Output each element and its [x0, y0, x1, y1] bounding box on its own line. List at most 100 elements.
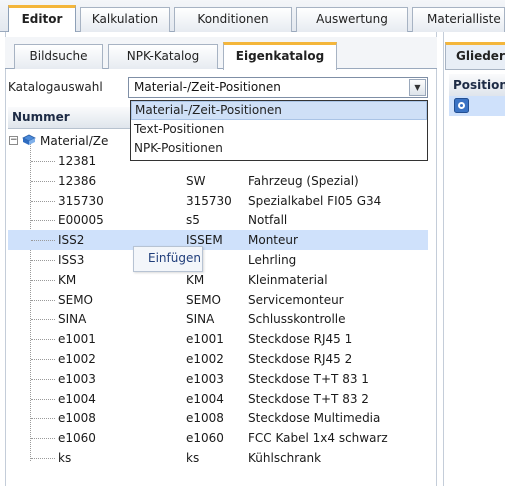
- tree-row[interactable]: 12386 SW Fahrzeug (Spezial): [8, 171, 428, 191]
- tab-kalkulation[interactable]: Kalkulation: [80, 7, 170, 32]
- tree-cell-num: 12386: [58, 173, 97, 188]
- tree-cell-code: e1008: [186, 411, 224, 426]
- tree-row[interactable]: e1001 e1001 Steckdose RJ45 1: [8, 329, 428, 349]
- tree-cell-code: ks: [186, 451, 200, 465]
- dropdown-option-npk[interactable]: NPK-Positionen: [131, 139, 427, 158]
- tree-row[interactable]: e1008 e1008 Steckdose Multimedia: [8, 408, 428, 428]
- tree-cell-desc: Kühlschrank: [248, 451, 322, 465]
- tree-branch-line: [31, 438, 55, 440]
- tree-branch-line: [31, 180, 55, 182]
- tree-cell-code: SW: [186, 173, 206, 188]
- tree-row[interactable]: ISS3 Lehrling: [8, 250, 428, 270]
- tree-branch-line: [31, 299, 55, 301]
- column-header-position[interactable]: Position: [449, 74, 505, 96]
- main-tab-bar: Editor Kalkulation Konditionen Auswertun…: [0, 0, 505, 33]
- tab-npk-katalog[interactable]: NPK-Katalog: [108, 44, 218, 69]
- tree-row[interactable]: ISS2 ISSEM Monteur: [8, 230, 428, 251]
- context-menu-insert[interactable]: Einfügen: [148, 251, 201, 265]
- tree-cell-desc: Steckdose Multimedia: [248, 411, 381, 426]
- tree-row[interactable]: E00005 s5 Notfall: [8, 210, 428, 230]
- catalog-dropdown-list: Material-/Zeit-Positionen Text-Positione…: [130, 100, 428, 161]
- tab-konditionen[interactable]: Konditionen: [174, 7, 292, 32]
- tab-bildsuche[interactable]: Bildsuche: [14, 44, 103, 69]
- tree-branch-line: [31, 200, 55, 202]
- tree-cell-num: 12381: [58, 154, 97, 168]
- tree-cell-desc: Steckdose T+T 83 2: [248, 391, 369, 406]
- tree-cell-code: e1001: [186, 332, 224, 347]
- tree-cell-code: s5: [186, 213, 200, 228]
- tree-branch-line: [31, 458, 55, 459]
- tree-cell-code: e1060: [186, 431, 224, 446]
- tree-cell-num: ISS3: [58, 253, 85, 267]
- tree-row[interactable]: SINA SINA Schlusskontrolle: [8, 309, 428, 329]
- tree-cell-num: ks: [58, 451, 72, 465]
- tree-cell-num: e1060: [58, 431, 96, 446]
- tree-row[interactable]: e1060 e1060 FCC Kabel 1x4 schwarz: [8, 428, 428, 448]
- tree-cell-num: ISS2: [58, 233, 85, 248]
- position-node-icon: [454, 98, 469, 113]
- tree-cell-num: SEMO: [58, 292, 93, 307]
- tree-row[interactable]: e1004 e1004 Steckdose T+T 83 2: [8, 389, 428, 409]
- tree-cell-num: e1003: [58, 371, 96, 386]
- tree-branch-line: [31, 240, 55, 242]
- tab-eigenkatalog[interactable]: Eigenkatalog: [223, 42, 337, 70]
- tree-cell-desc: Steckdose RJ45 2: [248, 352, 353, 366]
- tree-branch-line: [31, 279, 55, 281]
- tree-row[interactable]: e1003 e1003 Steckdose T+T 83 1: [8, 369, 428, 389]
- tree-cell-desc: Steckdose RJ45 1: [248, 332, 353, 347]
- dropdown-option-text[interactable]: Text-Positionen: [131, 120, 427, 139]
- tree-cell-num: E00005: [58, 213, 104, 228]
- catalog-select[interactable]: Material-/Zeit-Positionen ▼: [128, 77, 428, 98]
- tree-cell-num: KM: [58, 272, 77, 287]
- tree-cell-desc: Lehrling: [248, 253, 297, 267]
- tree-branch-line: [31, 398, 55, 400]
- tree-cell-desc: FCC Kabel 1x4 schwarz: [248, 431, 388, 446]
- tree-branch-line: [31, 339, 55, 341]
- tree-branch-line: [31, 359, 55, 360]
- tree-row[interactable]: KM KM Kleinmaterial: [8, 270, 428, 290]
- tree-cell-code: 315730: [186, 193, 232, 208]
- tree-cell-code: e1004: [186, 391, 224, 406]
- context-menu: Einfügen: [133, 246, 203, 272]
- tree-cell-desc: Fahrzeug (Spezial): [248, 173, 359, 188]
- tree-row[interactable]: e1002 e1002 Steckdose RJ45 2: [8, 349, 428, 369]
- tree-cell-desc: Schlusskontrolle: [248, 312, 346, 327]
- tree-cell-code: KM: [186, 272, 205, 287]
- tree-root-label: Material/Ze: [40, 134, 109, 148]
- tree-branch-line: [31, 260, 55, 261]
- tree-row[interactable]: 315730 315730 Spezialkabel FI05 G34: [8, 191, 428, 211]
- tree-cell-num: SINA: [58, 312, 87, 327]
- tree-cell-code: e1003: [186, 371, 224, 386]
- tree-cell-desc: Monteur: [248, 233, 298, 248]
- tab-glieder[interactable]: Glieder: [445, 42, 505, 70]
- tree-cell-code: e1002: [186, 352, 224, 366]
- tree-cell-num: e1002: [58, 352, 96, 366]
- dropdown-option-material[interactable]: Material-/Zeit-Positionen: [131, 101, 427, 120]
- tree-cell-code: SINA: [186, 312, 215, 327]
- tree-branch-line: [31, 319, 55, 321]
- tree-cell-num: 315730: [58, 193, 104, 208]
- catalog-tab-bar: Bildsuche NPK-Katalog Eigenkatalog: [5, 37, 437, 70]
- catalog-select-value: Material-/Zeit-Positionen: [134, 80, 281, 94]
- tree-cell-desc: Steckdose T+T 83 1: [248, 371, 369, 386]
- tree-cell-desc: Spezialkabel FI05 G34: [248, 193, 382, 208]
- column-header-nummer[interactable]: Nummer: [12, 110, 70, 124]
- collapse-icon[interactable]: −: [9, 136, 18, 145]
- tree-cell-num: e1008: [58, 411, 96, 426]
- catalog-selection-label: Katalogauswahl: [8, 80, 103, 94]
- tree-cell-num: e1001: [58, 332, 96, 347]
- tree-row[interactable]: ks ks Kühlschrank: [8, 448, 428, 468]
- tree-cell-desc: Servicemonteur: [248, 292, 344, 307]
- tree-branch-line: [31, 418, 55, 420]
- tree-branch-line: [31, 378, 55, 380]
- tree-branch-line: [31, 161, 55, 162]
- tree-cell-code: SEMO: [186, 292, 221, 307]
- tab-editor[interactable]: Editor: [8, 5, 76, 33]
- chevron-down-icon[interactable]: ▼: [409, 79, 426, 96]
- tree-row[interactable]: SEMO SEMO Servicemonteur: [8, 290, 428, 310]
- tree-cell-desc: Notfall: [248, 213, 288, 228]
- tree-branch-line: [31, 220, 55, 222]
- tab-materialliste[interactable]: Materialliste: [412, 7, 505, 32]
- tab-auswertung[interactable]: Auswertung: [296, 7, 408, 32]
- tree-cell-desc: Kleinmaterial: [248, 272, 328, 287]
